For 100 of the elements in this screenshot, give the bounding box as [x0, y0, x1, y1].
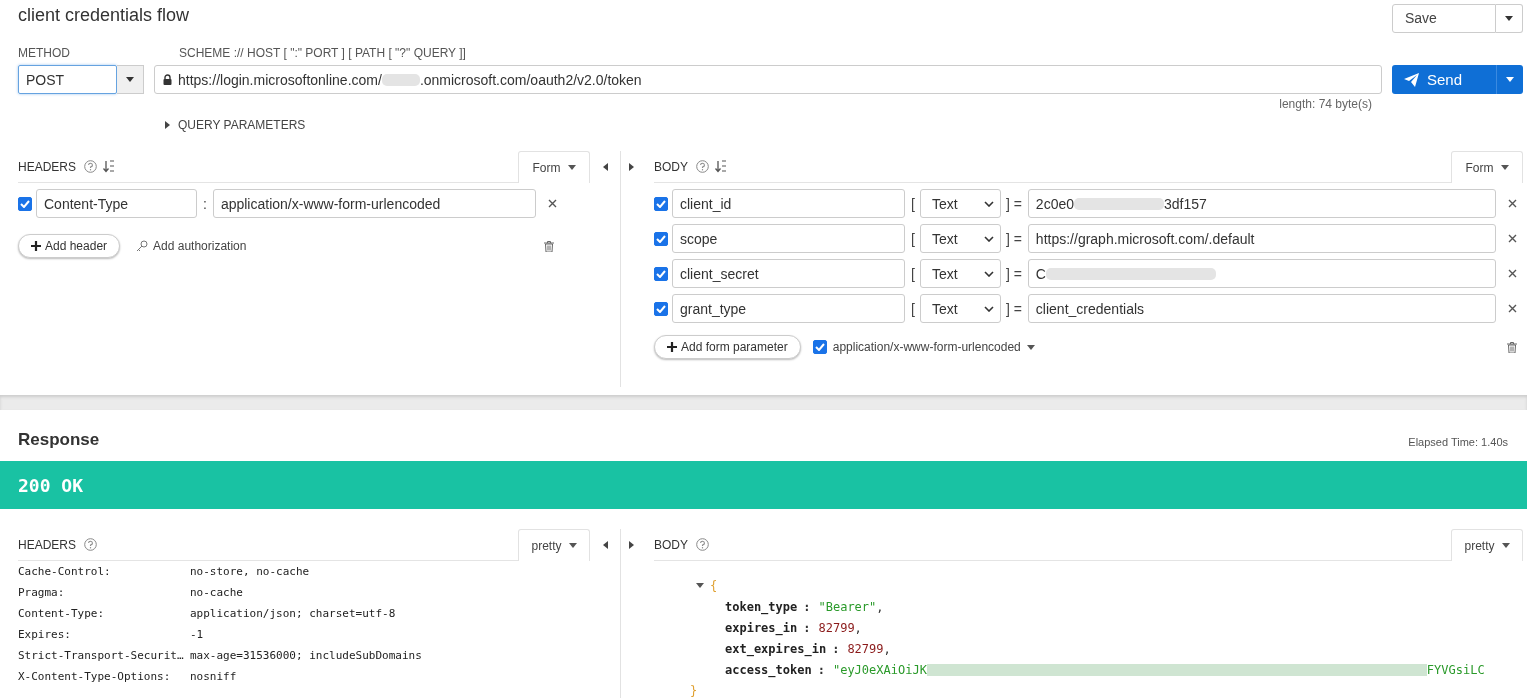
method-dropdown-button[interactable] [117, 65, 144, 94]
json-value: 82799 [847, 641, 884, 656]
caret-icon [568, 543, 577, 548]
collapse-left-icon[interactable] [602, 541, 608, 549]
type-select[interactable]: Text [919, 259, 1001, 288]
header-value-field[interactable]: application/x-www-form-urlencoded [212, 189, 536, 218]
key-separator: : [817, 662, 825, 677]
expand-right-icon[interactable] [628, 541, 634, 549]
key-separator: : [803, 620, 811, 635]
parameter-name-field[interactable]: scope [672, 224, 905, 253]
add-header-button[interactable]: Add header [18, 234, 121, 258]
checkbox[interactable] [812, 340, 827, 354]
elapsed-time: Elapsed Time: 1.40s [1408, 435, 1508, 448]
header-name: Content-Type: [18, 607, 106, 620]
open-bracket: [ [911, 195, 915, 212]
close-bracket-equals: ] = [1005, 265, 1022, 282]
save-dropdown-button[interactable] [1496, 3, 1523, 33]
caret-icon [126, 77, 134, 82]
close-bracket-equals: ] = [1005, 230, 1022, 247]
encoding-dropdown[interactable]: application/x-www-form-urlencoded [832, 340, 1035, 354]
json-value: "Bearer" [818, 599, 877, 614]
close-icon[interactable] [1507, 234, 1517, 243]
parameter-value-field[interactable]: C [1027, 259, 1496, 288]
format-dropdown[interactable]: pretty [518, 529, 590, 561]
open-bracket: [ [911, 230, 915, 247]
add-form-parameter-button[interactable]: Add form parameter [654, 335, 801, 359]
type-select[interactable]: Text [919, 189, 1001, 218]
collapse-icon[interactable] [696, 583, 704, 588]
checkbox[interactable] [654, 196, 668, 211]
comma: , [854, 620, 862, 635]
key-separator: : [803, 599, 811, 614]
type-select[interactable]: Text [919, 224, 1001, 253]
sort-icon [103, 160, 116, 173]
format-dropdown[interactable]: Form [1451, 151, 1523, 183]
caret-icon [1501, 543, 1510, 548]
length-text: length: 74 byte(s) [1278, 97, 1373, 112]
method-label: METHOD [18, 46, 71, 62]
chevron-down-icon [983, 200, 994, 207]
paper-plane-icon [1404, 72, 1419, 87]
checkbox[interactable] [654, 231, 668, 246]
type-select[interactable]: Text [919, 294, 1001, 323]
checkbox[interactable] [18, 196, 32, 211]
checkbox[interactable] [654, 266, 668, 281]
send-button[interactable]: Send [1392, 65, 1496, 94]
json-value: 82799 [818, 620, 855, 635]
parameter-name-field[interactable]: grant_type [672, 294, 905, 323]
help-icon [696, 538, 709, 551]
method-field[interactable]: POST [18, 65, 117, 94]
json-key: access_token [725, 662, 812, 677]
chevron-down-icon [983, 270, 994, 277]
parameter-name-field[interactable]: client_secret [672, 259, 905, 288]
key-icon [136, 240, 149, 252]
collapse-left-icon[interactable] [602, 163, 608, 171]
header-value: no-cache [190, 586, 243, 599]
open-bracket: [ [911, 265, 915, 282]
close-icon[interactable] [1507, 304, 1517, 313]
header-name: Strict-Transport-Securit… [18, 649, 185, 662]
header-name: Expires: [18, 628, 72, 641]
comma: , [883, 641, 891, 656]
expand-right-icon[interactable] [628, 163, 634, 171]
plus-icon [31, 241, 41, 251]
send-dropdown-button[interactable] [1496, 65, 1523, 94]
json-key: ext_expires_in [725, 641, 827, 656]
header-name: Pragma: [18, 586, 66, 599]
header-value: application/json; charset=utf-8 [190, 607, 396, 620]
parameter-value-field[interactable]: https://graph.microsoft.com/.default [1027, 224, 1496, 253]
parameter-name-field[interactable]: client_id [672, 189, 905, 218]
close-bracket-equals: ] = [1005, 300, 1022, 317]
section-title: BODY [654, 537, 688, 552]
parameter-value-field[interactable]: client_credentials [1027, 294, 1496, 323]
close-bracket-equals: ] = [1005, 195, 1022, 212]
json-value-end: FYVGsiLC [1426, 662, 1485, 677]
url-field[interactable]: https://login.microsoftonline.com/ .onmicrosoft.com/oauth2/v2.0/token [154, 65, 1382, 94]
trash-icon[interactable] [544, 240, 554, 252]
expand-icon [165, 121, 170, 129]
caret-icon [1026, 344, 1035, 350]
close-icon[interactable] [1507, 269, 1517, 278]
comma: , [876, 599, 884, 614]
chevron-down-icon [983, 305, 994, 312]
trash-icon[interactable] [1507, 341, 1517, 353]
format-dropdown[interactable]: pretty [1451, 529, 1523, 561]
query-parameters-toggle[interactable]: QUERY PARAMETERS [165, 118, 306, 132]
json-value: "eyJ0eXAiOiJK [832, 662, 927, 677]
page-title: client credentials flow [18, 4, 190, 26]
header-value: nosniff [190, 670, 237, 683]
checkbox[interactable] [654, 301, 668, 316]
header-name-field[interactable]: Content-Type [36, 189, 197, 218]
close-icon[interactable] [1507, 199, 1517, 208]
caret-icon [1500, 165, 1509, 170]
add-authorization-link[interactable]: Add authorization [136, 239, 247, 253]
lock-icon [163, 74, 172, 85]
url-label: SCHEME :// HOST [ ":" PORT ] [ PATH [ "?" QUERY ]] [178, 46, 467, 62]
format-dropdown[interactable]: Form [518, 151, 590, 183]
sort-icon [715, 160, 728, 173]
close-icon[interactable] [547, 199, 557, 208]
json-key: token_type [725, 599, 798, 614]
open-brace: { [710, 578, 718, 593]
header-value: max-age=31536000; includeSubDomains [190, 649, 422, 662]
save-button[interactable]: Save [1392, 3, 1496, 33]
parameter-value-field[interactable]: 2c0e0 3df157 [1027, 189, 1496, 218]
